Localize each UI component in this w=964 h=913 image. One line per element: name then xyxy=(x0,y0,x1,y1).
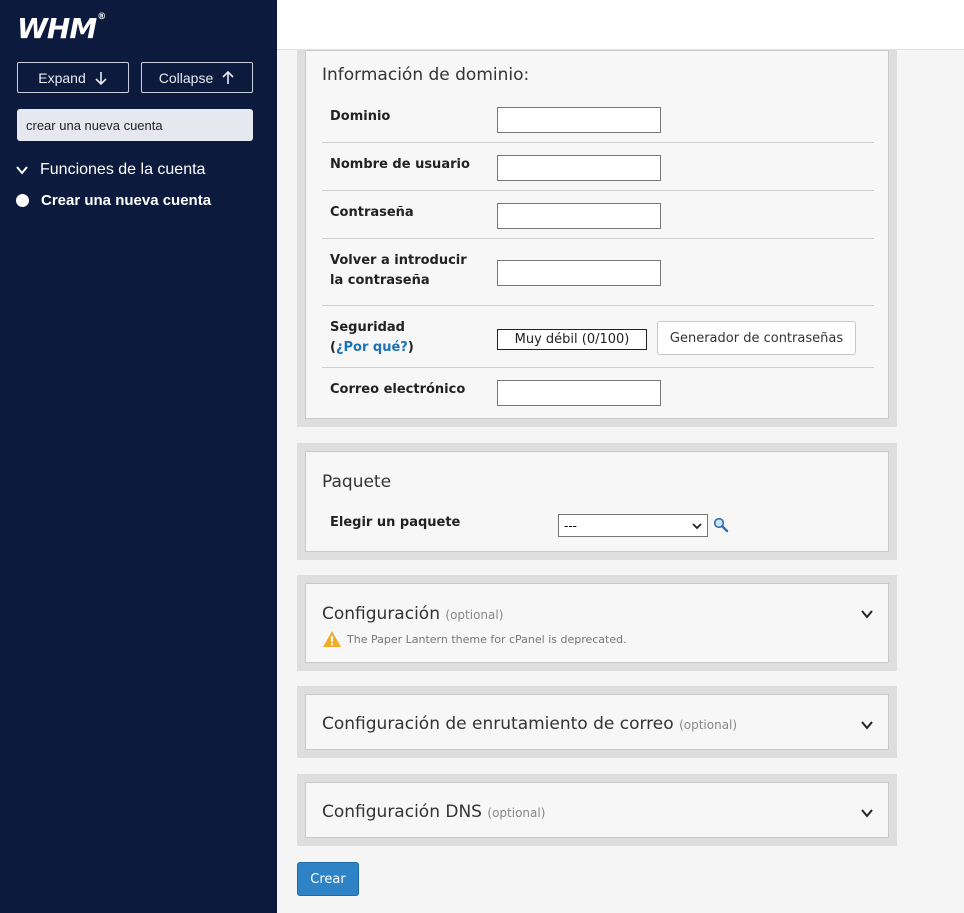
nav-item-create-account[interactable]: Crear una nueva cuenta xyxy=(16,192,211,209)
domain-info-panel: Información de dominio: Dominio Nombre d… xyxy=(297,50,897,427)
chevron-down-icon[interactable] xyxy=(860,806,874,820)
row-email: Correo electrónico xyxy=(322,368,874,418)
row-reenter-password: Volver a introducir la contraseña xyxy=(322,239,874,306)
optional-tag: (optional) xyxy=(445,608,504,622)
dns-panel[interactable]: Configuración DNS (optional) xyxy=(297,774,897,846)
sidebar-search-input[interactable]: crear una nueva cuenta xyxy=(17,109,253,141)
row-password: Contraseña xyxy=(322,191,874,239)
package-panel-body: Paquete Elegir un paquete --- xyxy=(305,451,889,552)
reenter-password-label: Volver a introducir la contraseña xyxy=(330,253,467,288)
search-icon[interactable] xyxy=(713,517,729,533)
arrow-up-icon xyxy=(222,70,234,84)
domain-input[interactable] xyxy=(497,107,661,133)
top-bar xyxy=(277,0,964,50)
row-security: Seguridad (¿Por qué?) Muy débil (0/100) G… xyxy=(322,306,874,368)
mail-routing-panel-body: Configuración de enrutamiento de correo … xyxy=(305,694,889,750)
password-input[interactable] xyxy=(497,203,661,229)
row-domain: Dominio xyxy=(322,91,874,143)
choose-package-label: Elegir un paquete xyxy=(330,515,461,530)
why-link[interactable]: ¿Por qué? xyxy=(336,340,408,355)
collapse-button[interactable]: Collapse xyxy=(141,62,253,93)
chevron-down-icon[interactable] xyxy=(860,718,874,732)
search-value: crear una nueva cuenta xyxy=(26,117,163,133)
domain-info-title: Información de dominio: xyxy=(322,65,530,85)
warning-text: The Paper Lantern theme for cPanel is de… xyxy=(347,632,627,646)
package-selected-value: --- xyxy=(564,518,577,533)
password-strength-meter: Muy débil (0/100) xyxy=(497,329,647,350)
optional-tag: (optional) xyxy=(679,718,738,732)
package-select[interactable]: --- xyxy=(558,514,708,537)
security-label: Seguridad (¿Por qué?) xyxy=(330,320,414,355)
password-label: Contraseña xyxy=(330,205,414,220)
create-button[interactable]: Crear xyxy=(297,862,359,896)
nav-item-label: Crear una nueva cuenta xyxy=(41,192,212,209)
chevron-down-icon[interactable] xyxy=(860,607,874,621)
dns-panel-body: Configuración DNS (optional) xyxy=(305,782,889,838)
settings-title: Configuración (optional) xyxy=(322,604,504,624)
whm-logo[interactable]: WHM® xyxy=(17,12,106,45)
chevron-down-icon xyxy=(16,166,28,175)
username-label: Nombre de usuario xyxy=(330,157,470,172)
username-input[interactable] xyxy=(497,155,661,181)
dns-title: Configuración DNS (optional) xyxy=(322,802,546,822)
optional-tag: (optional) xyxy=(487,806,546,820)
nav-category-account-functions[interactable]: Funciones de la cuenta xyxy=(14,161,205,179)
package-title: Paquete xyxy=(322,472,392,492)
domain-info-panel-body: Información de dominio: Dominio Nombre d… xyxy=(305,50,889,419)
chevron-down-icon xyxy=(692,522,702,529)
row-username: Nombre de usuario xyxy=(322,143,874,191)
mail-routing-title: Configuración de enrutamiento de correo … xyxy=(322,714,738,734)
settings-panel-body: Configuración (optional) The Paper Lante… xyxy=(305,583,889,663)
expand-label: Expand xyxy=(38,69,86,86)
email-input[interactable] xyxy=(497,380,661,406)
collapse-label: Collapse xyxy=(158,69,214,86)
package-panel: Paquete Elegir un paquete --- xyxy=(297,443,897,560)
settings-panel[interactable]: Configuración (optional) The Paper Lante… xyxy=(297,575,897,671)
sidebar: WHM® Expand Collapse crear una nueva cue… xyxy=(0,0,277,913)
mail-routing-panel[interactable]: Configuración de enrutamiento de correo … xyxy=(297,686,897,758)
warning-icon xyxy=(323,631,341,647)
domain-label: Dominio xyxy=(330,109,391,124)
email-label: Correo electrónico xyxy=(330,382,466,397)
active-dot-icon xyxy=(16,194,29,207)
deprecation-warning: The Paper Lantern theme for cPanel is de… xyxy=(322,630,627,648)
password-generator-button[interactable]: Generador de contraseñas xyxy=(657,321,856,355)
nav-category-label: Funciones de la cuenta xyxy=(40,161,206,178)
arrow-down-icon xyxy=(95,71,107,85)
expand-button[interactable]: Expand xyxy=(17,62,129,93)
reenter-password-input[interactable] xyxy=(497,260,661,286)
